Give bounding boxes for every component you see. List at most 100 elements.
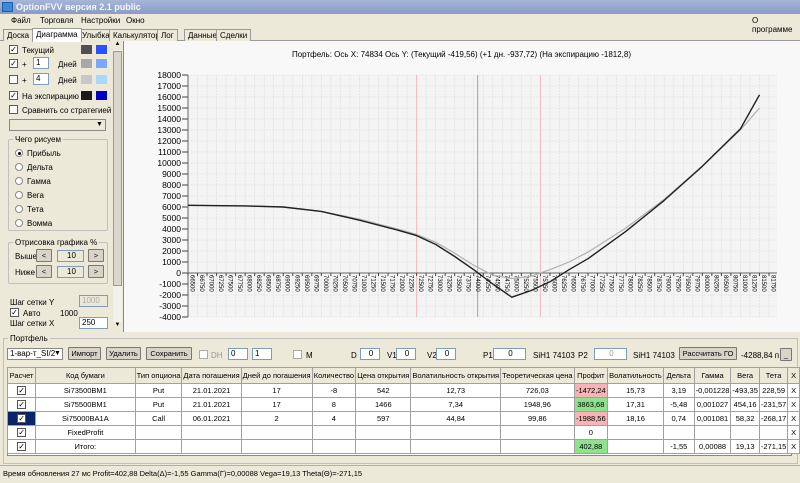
menu-settings[interactable]: Настройки [81,16,120,25]
calc-checkbox-cell[interactable]: ✓ [6,425,37,440]
p1-input[interactable]: 0 [493,348,526,360]
column-header[interactable]: Теоретическая цена [500,367,575,384]
radio-gamma[interactable] [15,177,23,185]
delete-row-button[interactable]: X [787,383,800,398]
expiry-color-swatch-2[interactable] [96,91,107,100]
column-header[interactable]: Тип опциона [134,367,183,384]
chevron-down-icon[interactable]: ▼ [54,350,61,357]
dh-checkbox[interactable] [199,350,208,359]
table-row[interactable]: ✓ Si75000BA1A Call 06.01.2021 2 4 597 44,84 99,8… [6,411,800,426]
chart-settings-panel: ✓ Текущий ✓ + 1 Дней + 4 Дней ✓ На экспи… [0,41,122,331]
import-button[interactable]: Импорт [68,347,101,360]
table-row[interactable]: ✓ FixedProfit 0 X [6,425,800,440]
table-row[interactable]: ✓ Si75500BM1 Put 21.01.2021 17 8 1466 7,34 1948,… [6,397,800,412]
plus1-checkbox[interactable]: ✓ [9,59,18,68]
p2-input[interactable]: 0 [594,348,627,360]
strategy-select[interactable] [9,119,106,131]
dh-spinner-2[interactable]: 1 [252,348,272,360]
current-color-swatch[interactable] [81,45,92,54]
radio-profit[interactable] [15,149,23,157]
column-header[interactable]: Профит [573,367,609,384]
calc-checkbox-cell[interactable]: ✓ [6,397,37,412]
radio-vomma[interactable] [15,219,23,227]
tab-log[interactable]: Лог [157,29,178,41]
v1-input[interactable]: 0 [396,348,416,360]
column-header[interactable]: Дней до погашения [240,367,313,384]
column-header[interactable]: Дельта [662,367,695,384]
minimize-button[interactable]: _ [780,348,792,361]
dh-spinner-1[interactable]: 0 [228,348,248,360]
column-header[interactable]: Количество [311,367,357,384]
calculate-margin-button[interactable]: Рассчитать ГО [679,347,737,360]
plus2-checkbox[interactable] [9,75,18,84]
below-value[interactable]: 10 [57,266,84,278]
plus1-days-input[interactable]: 1 [33,57,49,69]
column-header[interactable]: Код бумаги [35,367,136,384]
tab-calculator[interactable]: Калькулятор [109,29,164,41]
column-header[interactable]: Дата погашения [181,367,242,384]
column-header[interactable]: Расчет [6,367,37,384]
below-decrease-button[interactable]: < [36,265,52,278]
tab-board[interactable]: Доска [3,29,34,41]
d-input[interactable]: 0 [360,348,380,360]
calc-checkbox[interactable]: ✓ [17,414,27,423]
compare-checkbox[interactable] [9,105,18,114]
column-header[interactable]: Волатильность [607,367,664,384]
menu-file[interactable]: Файл [11,16,31,25]
radio-delta[interactable] [15,163,23,171]
below-increase-button[interactable]: > [88,265,104,278]
radio-theta[interactable] [15,205,23,213]
m-checkbox[interactable] [293,350,302,359]
plus2-color-swatch[interactable] [81,75,92,84]
column-header[interactable]: Цена открытия [355,367,412,384]
above-increase-button[interactable]: > [88,249,104,262]
save-button[interactable]: Сохранить [146,347,192,360]
grid-x-input[interactable]: 250 [79,317,108,329]
tab-deals[interactable]: Сделки [216,29,252,41]
table-row[interactable]: ✓ Итого: 402,88 -1,55 0,00088 19,13 -271,15 X [6,439,800,454]
compare-label: Сравнить со стратегией [22,106,112,115]
menu-window[interactable]: Окно [126,16,145,25]
delete-row-button[interactable]: X [787,425,800,440]
column-header[interactable]: Вега [730,367,760,384]
left-panel-scrollbar[interactable]: ▲ ▼ [113,41,122,331]
calc-checkbox[interactable]: ✓ [17,428,27,437]
plus2-color-swatch-2[interactable] [96,75,107,84]
plus2-days-input[interactable]: 4 [33,73,49,85]
tab-diagram[interactable]: Диаграмма [32,28,82,42]
profit-chart[interactable]: -4000 -3000 -2000 -1000 0 1000 2000 3000 4000 500… [123,41,800,332]
plus1-color-swatch[interactable] [81,59,92,68]
current-color-swatch-2[interactable] [96,45,107,54]
above-decrease-button[interactable]: < [36,249,52,262]
calc-checkbox[interactable]: ✓ [17,386,27,395]
scroll-thumb[interactable] [113,51,122,286]
delete-button[interactable]: Удалить [106,347,141,360]
column-header[interactable]: Тета [758,367,789,384]
table-row[interactable]: ✓ Si73500BM1 Put 21.01.2021 17 -8 542 12,73 726,… [6,383,800,398]
delete-row-button[interactable]: X [787,397,800,412]
delete-row-button[interactable]: X [787,439,800,454]
v2-input[interactable]: 0 [436,348,456,360]
column-header[interactable]: X [787,367,800,384]
calc-checkbox-cell[interactable]: ✓ [6,411,37,426]
radio-vega[interactable] [15,191,23,199]
calc-checkbox-cell[interactable]: ✓ [6,383,37,398]
calc-checkbox-cell[interactable]: ✓ [6,439,37,454]
calc-checkbox[interactable]: ✓ [17,400,27,409]
grid-y-input[interactable]: 1000 [79,295,108,307]
column-header[interactable]: Волатильность открытия [410,367,502,384]
column-header[interactable]: Гамма [693,367,732,384]
plus1-color-swatch-2[interactable] [96,59,107,68]
expiry-color-swatch[interactable] [81,91,92,100]
delete-row-button[interactable]: X [787,411,800,426]
scroll-down-icon[interactable]: ▼ [113,322,122,331]
auto-checkbox[interactable]: ✓ [10,308,19,317]
scroll-up-icon[interactable]: ▲ [113,41,122,50]
chevron-down-icon[interactable]: ▼ [96,121,103,128]
menu-trade[interactable]: Торговля [40,16,73,25]
expiry-checkbox[interactable]: ✓ [9,91,18,100]
above-value[interactable]: 10 [57,250,84,262]
table-cell [134,439,183,454]
calc-checkbox[interactable]: ✓ [17,442,27,451]
current-checkbox[interactable]: ✓ [9,45,18,54]
